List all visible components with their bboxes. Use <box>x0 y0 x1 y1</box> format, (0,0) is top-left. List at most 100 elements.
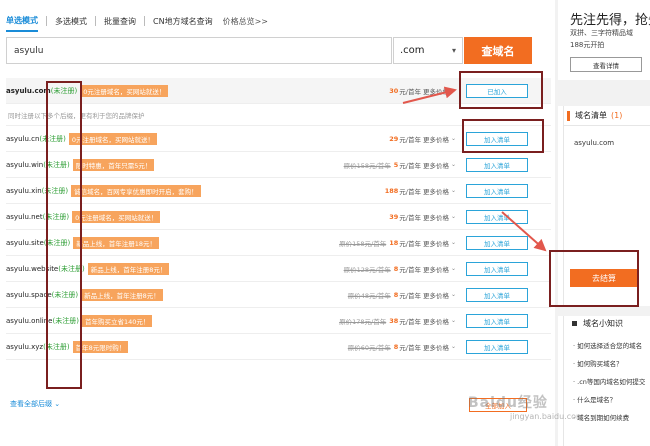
tab-divider <box>46 16 47 26</box>
more-prices-link[interactable]: 更多价格 <box>423 316 449 326</box>
tab-multi-mode[interactable]: 多选模式 <box>55 10 87 32</box>
more-prices-link[interactable]: 更多价格 <box>423 238 449 248</box>
add-to-list-button[interactable]: 加入清单 <box>466 235 528 250</box>
table-row: asyulu.website(未注册) 新品上线，首年注册8元！ 原价128元/首年… <box>6 256 551 282</box>
price-info: 188 元/首年 更多价格 ⌄ <box>382 186 456 196</box>
price-unit: 元/首年 <box>399 213 421 222</box>
promo-badge: 新品上线，首年注册8元！ <box>87 262 170 275</box>
original-price: 原价128元/首年 <box>343 265 391 274</box>
tab-divider <box>144 16 145 26</box>
price-info: 原价178元/首年 38 元/首年 更多价格 ⌄ <box>339 316 456 326</box>
chevron-down-icon: ⌄ <box>450 343 456 350</box>
more-prices-link[interactable]: 更多价格 <box>423 160 449 170</box>
add-to-list-button[interactable]: 加入清单 <box>466 261 528 276</box>
add-to-list-highlight <box>462 119 544 153</box>
more-prices-link[interactable]: 更多价格 <box>423 342 449 352</box>
faq-item[interactable]: · .cn等国内域名如何提交 <box>564 376 650 394</box>
price-unit: 元/首年 <box>399 291 421 300</box>
faq-item[interactable]: · 如何购买域名？ <box>564 358 650 376</box>
tab-single-mode[interactable]: 单选模式 <box>6 10 38 32</box>
add-to-list-button[interactable]: 加入清单 <box>466 183 528 198</box>
chevron-down-icon: ⌄ <box>450 187 456 194</box>
promo-badge: 新品上线，首年注册18元！ <box>73 236 160 249</box>
price-info: 30 元/首年 更多价格 ⌄ <box>389 86 456 96</box>
price-value: 188 <box>384 186 399 195</box>
more-prices-link[interactable]: 更多价格 <box>423 86 449 96</box>
faq-header: 域名小知识 <box>564 316 650 330</box>
price-value: 8 <box>393 342 399 351</box>
add-to-list-button[interactable]: 加入清单 <box>466 157 528 172</box>
cart-title: 域名清单 <box>575 111 607 120</box>
add-to-list-button[interactable]: 加入清单 <box>466 313 528 328</box>
suffix-result-list: asyulu.cn(未注册) 0元注册域名，买网站就送！ 29 元/首年 更多价格 ⌄ 加入… <box>6 126 551 360</box>
chevron-down-icon: ⌄ <box>450 239 456 246</box>
price-info: 39 元/首年 更多价格 ⌄ <box>386 212 456 222</box>
price-unit: 元/首年 <box>399 343 421 352</box>
more-prices-link[interactable]: 更多价格 <box>423 264 449 274</box>
price-info: 原价128元/首年 8 元/首年 更多价格 ⌄ <box>344 264 456 274</box>
promo-badge: 诚信域名，百网专享优惠即时开启，套购！ <box>71 184 201 197</box>
chevron-down-icon: ⌄ <box>450 213 456 220</box>
more-prices-link[interactable]: 更多价格 <box>423 186 449 196</box>
bullet-square-icon <box>572 320 577 326</box>
price-value: 39 <box>389 212 399 221</box>
table-row: asyulu.online(未注册) 首年购买立省140元！ 原价178元/首年 38… <box>6 308 551 334</box>
promo-badge: 限时特惠，首年只需5元！ <box>72 158 155 171</box>
cart-item: asyulu.com <box>574 139 615 147</box>
cart-header: 域名清单 (1) <box>564 106 650 126</box>
price-overview-link[interactable]: 价格总览>> <box>223 10 268 32</box>
faq-item[interactable]: · 什么是域名？ <box>564 394 650 412</box>
price-info: 原价158元/首年 5 元/首年 更多价格 ⌄ <box>344 160 456 170</box>
chevron-down-icon: ⌄ <box>450 291 456 298</box>
tld-select-value: .com <box>400 45 425 56</box>
faq-title: 域名小知识 <box>583 318 623 328</box>
status-column-highlight <box>46 81 82 389</box>
watermark-logo: Baidu经验 <box>468 395 548 411</box>
chevron-down-icon: ▾ <box>451 46 456 55</box>
table-row: asyulu.xin(未注册) 诚信域名，百网专享优惠即时开启，套购！ 188 元/首… <box>6 178 551 204</box>
more-prices-link[interactable]: 更多价格 <box>423 212 449 222</box>
price-value: 8 <box>393 264 399 273</box>
original-price: 原价60元/首年 <box>347 343 391 352</box>
add-to-list-button[interactable]: 加入清单 <box>466 209 528 224</box>
price-unit: 元/首年 <box>399 187 421 196</box>
price-value: 30 <box>389 86 399 95</box>
cart-count: (1) <box>611 111 623 120</box>
see-all-suffixes-link[interactable]: 查看全部后缀 ⌄ <box>10 399 60 409</box>
table-row: asyulu.win(未注册) 限时特惠，首年只需5元！ 原价158元/首年 5 元/首… <box>6 152 551 178</box>
price-info: 原价158元/首年 18 元/首年 更多价格 ⌄ <box>339 238 456 248</box>
checkout-highlight <box>549 250 639 307</box>
cart-header-accent <box>567 110 570 121</box>
promo-badge: 首年购买立省140元！ <box>81 314 153 327</box>
table-row: asyulu.xyz(未注册) 首年8元限时购！ 原价60元/首年 8 元/首年 更多价格… <box>6 334 551 360</box>
search-button[interactable]: 查域名 <box>464 37 532 64</box>
table-row: asyulu.net(未注册) 0元注册域名，买网站就送！ 39 元/首年 更多价格 ⌄ 加… <box>6 204 551 230</box>
promo-badge: 0元注册域名，买网站就送！ <box>68 132 158 145</box>
tld-select[interactable]: .com ▾ <box>393 37 463 64</box>
tab-batch-query[interactable]: 批量查询 <box>104 10 136 32</box>
domain-search-box <box>6 37 392 64</box>
price-unit: 元/首年 <box>399 317 421 326</box>
more-prices-link[interactable]: 更多价格 <box>423 134 449 144</box>
price-value: 8 <box>393 290 399 299</box>
price-unit: 元/首年 <box>399 265 421 274</box>
price-value: 18 <box>389 238 399 247</box>
add-to-list-button[interactable]: 加入清单 <box>466 287 528 302</box>
promo-badge: 新品上线，首年注册8元！ <box>81 288 163 301</box>
more-prices-link[interactable]: 更多价格 <box>423 290 449 300</box>
original-price: 原价158元/首年 <box>343 161 391 170</box>
price-value: 29 <box>389 134 399 143</box>
price-value: 5 <box>393 160 399 169</box>
search-input[interactable] <box>7 38 391 63</box>
added-button-highlight <box>459 71 543 109</box>
tab-cn-regional[interactable]: CN地方域名查询 <box>153 10 213 32</box>
domain-faq-panel: 域名小知识 · 如何选择适合您的域名 · 如何购买域名？ · .cn等国内域名如… <box>563 316 650 446</box>
chevron-down-icon: ⌄ <box>450 265 456 272</box>
panel-gap <box>558 80 650 106</box>
table-row: asyulu.space(未注册) 新品上线，首年注册8元！ 原价48元/首年 8 元/… <box>6 282 551 308</box>
original-price: 原价178元/首年 <box>339 317 387 326</box>
ad-subtitle: 双拼、三字符精品域 <box>570 29 633 37</box>
ad-details-button[interactable]: 查看详情 <box>570 57 642 72</box>
faq-item[interactable]: · 如何选择适合您的域名 <box>564 340 650 358</box>
add-to-list-button[interactable]: 加入清单 <box>466 339 528 354</box>
